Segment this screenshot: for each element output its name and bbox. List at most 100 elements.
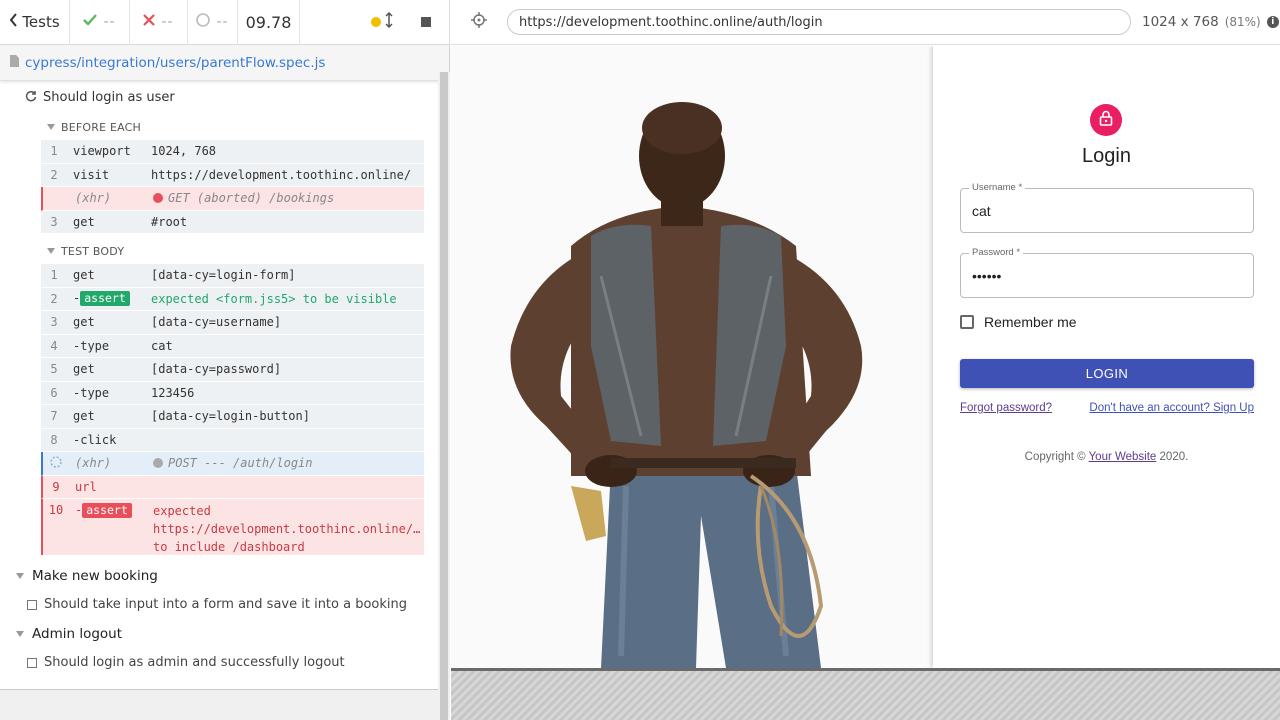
command-number: 3 — [50, 214, 58, 229]
command-message: [data-cy=login-button] — [151, 409, 310, 424]
command-message: POST --- /auth/login — [168, 456, 313, 471]
check-icon — [83, 14, 98, 30]
crosshairs-icon — [471, 12, 487, 32]
command-row[interactable]: 1 get [data-cy=login-form] — [41, 264, 424, 288]
command-number: 4 — [50, 338, 58, 353]
hero-image — [451, 46, 933, 668]
square-icon — [27, 657, 37, 668]
selector-playground-button[interactable] — [451, 12, 507, 32]
assert-message-line: to include /dashboard — [153, 540, 305, 554]
command-row[interactable]: 1 viewport 1024, 768 — [41, 140, 424, 164]
status-dot-icon — [371, 17, 381, 27]
command-message: [data-cy=login-form] — [151, 268, 296, 283]
before-each-header[interactable]: BEFORE EACH — [0, 114, 438, 140]
password-input[interactable]: •••••• — [972, 268, 1001, 284]
runnables: Should login as user BEFORE EACH 1 viewp… — [0, 81, 438, 689]
scrollbar-thumb[interactable] — [440, 72, 448, 720]
test-item[interactable]: Should take input into a form and save i… — [0, 590, 438, 619]
xhr-row[interactable]: (xhr) POST --- /auth/login — [41, 452, 424, 476]
caret-down-icon — [16, 572, 24, 579]
command-row[interactable]: 6 -type 123456 — [41, 381, 424, 405]
reporter-scrollbar[interactable] — [438, 72, 450, 720]
suite-title[interactable]: Make new booking — [0, 561, 438, 590]
command-number: 2 — [50, 167, 58, 182]
assert-message-line: https://development.toothinc.online/auth… — [153, 522, 424, 536]
password-field[interactable]: Password * •••••• — [960, 247, 1254, 298]
command-number: 9 — [52, 479, 60, 494]
signup-link[interactable]: Don't have an account? Sign Up — [1089, 402, 1254, 414]
suite-title[interactable]: Admin logout — [0, 619, 438, 648]
copyright-prefix: Copyright © — [1024, 451, 1086, 463]
command-message: expected <form.jss5> to be visible — [151, 291, 397, 306]
command-name: get — [73, 362, 95, 377]
circle-notch-icon — [196, 13, 211, 31]
tests-back-button[interactable]: Tests — [0, 0, 70, 45]
failed-count: -- — [130, 0, 188, 45]
app-under-test: Login Username * cat Password * •••••• R… — [451, 46, 1280, 668]
controls — [300, 0, 449, 45]
failed-assert-row[interactable]: 10 - assert expected https://development.… — [41, 499, 424, 555]
command-message: [data-cy=username] — [151, 315, 282, 330]
command-name: get — [73, 315, 95, 330]
test-item-text: Should take input into a form and save i… — [44, 597, 408, 612]
remember-me[interactable]: Remember me — [960, 314, 1077, 330]
command-row[interactable]: 9 url — [41, 475, 424, 499]
command-name: get — [73, 268, 95, 283]
login-button[interactable]: LOGIN — [960, 359, 1254, 388]
viewport-info[interactable]: 1024 x 768 (81%) i — [1142, 14, 1279, 30]
command-row[interactable]: 3 get #root — [41, 210, 424, 234]
test-item-text: Should login as admin and successfully l… — [44, 655, 345, 670]
remember-checkbox[interactable] — [960, 315, 974, 329]
caret-down-icon — [16, 630, 24, 637]
command-row[interactable]: 2 visit https://development.toothinc.onl… — [41, 163, 424, 187]
url-bar[interactable]: https://development.toothinc.online/auth… — [507, 9, 1131, 35]
forgot-password-link[interactable]: Forgot password? — [960, 402, 1052, 414]
xhr-row[interactable]: (xhr) GET (aborted) /bookings — [41, 187, 424, 211]
command-number: 10 — [48, 503, 64, 517]
command-name: - — [73, 291, 81, 306]
info-icon[interactable]: i — [1266, 16, 1279, 28]
username-label: Username * — [969, 182, 1026, 193]
username-field[interactable]: Username * cat — [960, 182, 1254, 233]
test-body-label: TEST BODY — [61, 244, 125, 258]
test-body-header[interactable]: TEST BODY — [0, 238, 438, 264]
auto-scroll-toggle[interactable] — [371, 11, 393, 32]
command-name: -click — [73, 432, 117, 447]
copyright: Copyright © Your Website 2020. — [933, 451, 1280, 463]
tests-label: Tests — [22, 13, 60, 31]
command-row[interactable]: 4 -type cat — [41, 334, 424, 358]
spec-file-link[interactable]: cypress/integration/users/parentFlow.spe… — [25, 55, 325, 71]
command-row[interactable]: 2 - assert expected <form.jss5> to be vis… — [41, 287, 424, 311]
command-message: GET (aborted) /bookings — [168, 191, 335, 206]
square-icon — [27, 599, 37, 610]
failed-value: -- — [161, 14, 174, 30]
assert-badge: assert — [82, 503, 132, 518]
command-row[interactable]: 5 get [data-cy=password] — [41, 358, 424, 382]
username-input[interactable]: cat — [972, 203, 991, 219]
suite-title-text: Make new booking — [32, 567, 158, 584]
command-row[interactable]: 7 get [data-cy=login-button] — [41, 405, 424, 429]
command-message: [data-cy=password] — [151, 362, 282, 377]
copyright-suffix: 2020. — [1159, 451, 1189, 463]
password-label: Password * — [969, 247, 1024, 258]
website-link[interactable]: Your Website — [1089, 451, 1157, 463]
chevron-left-icon — [9, 13, 18, 31]
command-message: 123456 — [151, 385, 195, 400]
before-each-label: BEFORE EACH — [61, 120, 142, 134]
lock-avatar — [1090, 104, 1122, 136]
passed-count: -- — [70, 0, 130, 45]
failed-dot-icon — [153, 193, 163, 204]
command-name: -type — [73, 338, 110, 353]
command-number: 8 — [50, 432, 58, 447]
test-item[interactable]: Should login as admin and successfully l… — [0, 648, 438, 677]
viewport-overflow-area — [451, 668, 1280, 720]
command-row[interactable]: 3 get [data-cy=username] — [41, 311, 424, 335]
viewport-size: 1024 x 768 — [1142, 14, 1219, 30]
caret-down-icon — [47, 124, 55, 130]
login-heading: Login — [1082, 145, 1131, 167]
x-icon — [143, 14, 156, 30]
command-row[interactable]: 8 -click — [41, 428, 424, 452]
remember-label: Remember me — [984, 314, 1077, 330]
stop-icon[interactable] — [421, 17, 431, 27]
test-title[interactable]: Should login as user — [0, 81, 438, 114]
